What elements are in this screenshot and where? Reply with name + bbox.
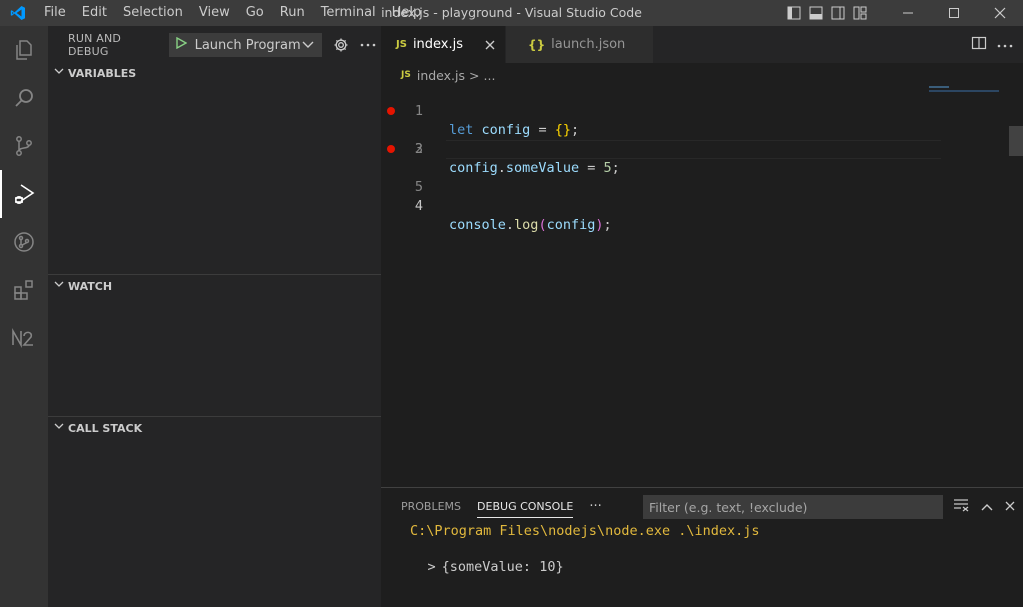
editor-actions	[971, 26, 1013, 63]
extensions-icon[interactable]	[0, 266, 48, 314]
chevron-down-icon[interactable]	[302, 38, 314, 53]
maximize-panel-icon[interactable]	[981, 500, 993, 515]
menu-bar: File Edit Selection View Go Run Terminal…	[36, 0, 429, 26]
code-line: 2 config.someValue = 5;	[381, 102, 941, 176]
tab-label: index.js	[412, 37, 464, 52]
call-stack-label: CALL STACK	[68, 421, 143, 435]
sidebar-title: RUN AND DEBUG	[68, 32, 122, 58]
explorer-icon[interactable]	[0, 26, 48, 74]
breadcrumb-more[interactable]: ...	[484, 68, 496, 83]
split-editor-icon[interactable]	[971, 35, 987, 55]
vscode-logo-icon	[0, 0, 36, 26]
menu-selection[interactable]: Selection	[115, 0, 191, 26]
watch-label: WATCH	[68, 279, 113, 293]
menu-help[interactable]: Help	[384, 0, 430, 26]
identifier-token: console	[449, 217, 506, 233]
tab-launch-json[interactable]: {} launch.json	[506, 26, 655, 63]
punctuation-token: .	[505, 217, 515, 233]
menu-edit[interactable]: Edit	[74, 0, 115, 26]
chevron-down-icon	[52, 421, 66, 436]
tab-label: launch.json	[551, 37, 626, 52]
close-tab-icon[interactable]	[485, 35, 495, 54]
tab-debug-console[interactable]: DEBUG CONSOLE	[477, 488, 574, 526]
run-debug-sidebar: RUN AND DEBUG Launch Program VARIABLES W…	[48, 26, 381, 607]
chevron-down-icon	[52, 66, 66, 81]
panel-actions	[953, 488, 1015, 526]
current-line-highlight	[446, 140, 941, 159]
gear-icon[interactable]	[328, 33, 354, 57]
launch-config-select[interactable]: Launch Program	[168, 33, 322, 57]
toggle-panel-icon[interactable]	[805, 0, 827, 26]
more-actions-icon[interactable]	[355, 33, 381, 57]
breadcrumb-separator: >	[469, 67, 480, 83]
menu-go[interactable]: Go	[238, 0, 272, 26]
menu-run[interactable]: Run	[272, 0, 313, 26]
function-token: log	[514, 217, 539, 233]
breakpoint-icon[interactable]	[387, 107, 395, 115]
nx-console-icon[interactable]	[0, 314, 48, 362]
panel-tabs: PROBLEMS DEBUG CONSOLE ···	[393, 488, 610, 526]
punctuation-token: ;	[603, 217, 612, 233]
tab-index-js[interactable]: JS index.js	[381, 26, 507, 63]
more-actions-icon[interactable]	[997, 37, 1013, 52]
console-command-line: C:\Program Files\nodejs\node.exe .\index…	[410, 523, 760, 539]
run-debug-icon[interactable]	[0, 170, 48, 218]
debug-console-filter-input[interactable]	[643, 495, 943, 519]
source-control-icon[interactable]	[0, 122, 48, 170]
panel-more-icon[interactable]: ···	[589, 488, 601, 526]
chevron-down-icon	[52, 279, 66, 294]
console-output-text: {someValue: 10}	[441, 559, 564, 575]
menu-file[interactable]: File	[36, 0, 74, 26]
minimize-icon[interactable]	[885, 0, 931, 26]
breadcrumb-file[interactable]: index.js	[417, 68, 465, 83]
close-panel-icon[interactable]	[1005, 500, 1015, 515]
search-icon[interactable]	[0, 74, 48, 122]
customize-layout-icon[interactable]	[849, 0, 871, 26]
variables-section-header[interactable]: VARIABLES	[48, 62, 381, 84]
toggle-primary-sidebar-icon[interactable]	[783, 0, 805, 26]
tab-problems[interactable]: PROBLEMS	[401, 488, 461, 526]
console-output-line[interactable]: > {someValue: 10}	[395, 543, 564, 591]
toggle-secondary-sidebar-icon[interactable]	[827, 0, 849, 26]
close-window-icon[interactable]	[977, 0, 1023, 26]
bottom-panel: PROBLEMS DEBUG CONSOLE ··· C:\Program Fi…	[381, 487, 1023, 607]
git-graph-icon[interactable]	[0, 218, 48, 266]
activity-bar	[0, 26, 48, 607]
json-file-icon: {}	[528, 37, 546, 52]
menu-view[interactable]: View	[191, 0, 238, 26]
code-line: 1 let config = {};	[381, 83, 941, 138]
menu-terminal[interactable]: Terminal	[313, 0, 384, 26]
call-stack-section-header[interactable]: CALL STACK	[48, 417, 381, 439]
watch-section-header[interactable]: WATCH	[48, 275, 381, 297]
editor-scrollbar[interactable]	[1009, 126, 1023, 156]
line-number: 5	[414, 179, 423, 195]
minimap[interactable]	[929, 83, 1009, 93]
code-line: 3	[381, 121, 941, 157]
js-file-icon: JS	[401, 70, 411, 80]
breakpoint-icon[interactable]	[387, 145, 395, 153]
editor-area: JS index.js {} launch.json JS index.js >…	[381, 26, 1023, 487]
expand-chevron-icon[interactable]: >	[428, 559, 436, 575]
code-editor[interactable]: 1 let config = {}; 2 config.someValue = …	[381, 83, 941, 233]
clear-console-icon[interactable]	[953, 498, 969, 516]
title-actions	[783, 0, 1023, 26]
maximize-icon[interactable]	[931, 0, 977, 26]
variables-label: VARIABLES	[68, 66, 137, 80]
editor-tabs: JS index.js {} launch.json	[381, 26, 1023, 63]
identifier-token: config	[546, 217, 596, 233]
sidebar-header: RUN AND DEBUG Launch Program	[48, 26, 381, 64]
start-debugging-icon[interactable]	[175, 36, 188, 53]
paren-token: )	[595, 217, 604, 233]
code-line: 5	[381, 159, 941, 195]
title-bar: File Edit Selection View Go Run Terminal…	[0, 0, 1023, 26]
paren-token: (	[538, 217, 547, 233]
js-file-icon: JS	[396, 39, 407, 50]
code-line-current: 4 console.log(config);	[381, 140, 941, 233]
launch-config-label: Launch Program	[194, 37, 301, 53]
